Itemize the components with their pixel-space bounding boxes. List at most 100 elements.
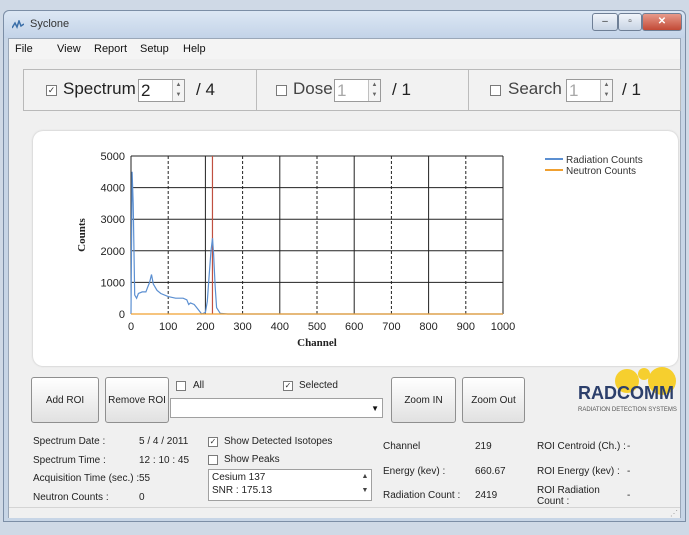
search-number-spinner[interactable]: 1 ▲ ▼ [566, 79, 613, 102]
y-tick-label: 4000 [101, 183, 125, 195]
roi-dropdown[interactable]: ▼ [170, 398, 383, 418]
x-tick-label: 300 [233, 321, 251, 333]
list-item[interactable]: Cesium 137 [212, 472, 265, 483]
energy-value: 660.67 [475, 466, 506, 477]
show-peaks-label: Show Peaks [224, 454, 280, 465]
x-tick-label: 600 [345, 321, 363, 333]
neutron-counts-label: Neutron Counts : [33, 492, 109, 503]
acquisition-time-label: Acquisition Time (sec.) : [33, 473, 140, 484]
menu-view[interactable]: View [57, 43, 81, 55]
search-checkbox[interactable] [490, 85, 501, 96]
logo-main-text: RADCOMM [578, 383, 674, 403]
selected-checkbox[interactable]: ✓ [283, 381, 293, 391]
energy-label: Energy (kev) : [383, 466, 446, 477]
channel-label: Channel [383, 441, 421, 452]
maximize-button[interactable]: ▫ [618, 13, 642, 31]
spectrum-total: / 4 [196, 80, 215, 99]
search-number-value: 1 [569, 81, 579, 100]
remove-roi-button[interactable]: Remove ROI [105, 377, 169, 423]
menu-bar: File View Report Setup Help [9, 39, 680, 59]
y-tick-label: 5000 [101, 151, 125, 163]
spectrum-number-value: 2 [141, 81, 151, 100]
spectrum-chart-panel: 0 1000 2000 3000 4000 5000 0 100 200 300 400 500 600… [33, 131, 678, 366]
resize-grip-icon[interactable]: ⋰ [670, 509, 678, 518]
radiation-count-value: 2419 [475, 490, 498, 501]
menu-setup[interactable]: Setup [140, 43, 169, 55]
roi-centroid-label: ROI Centroid (Ch.) : [537, 441, 626, 452]
x-axis-label: Channel [297, 337, 337, 349]
channel-value: 219 [475, 441, 492, 452]
client-area: File View Report Setup Help ✓ Spectrum 2… [8, 38, 681, 518]
list-item[interactable]: SNR : 175.13 [212, 485, 272, 496]
search-total: / 1 [622, 80, 641, 99]
roi-radiation-count-label: ROI Radiation Count : [537, 485, 600, 507]
logo-sub-text: RADIATION DETECTION SYSTEMS [578, 407, 677, 413]
menu-help[interactable]: Help [183, 43, 206, 55]
roi-energy-label: ROI Energy (kev) : [537, 466, 620, 477]
acquisition-time-value: 55 [139, 473, 151, 484]
mode-bar: ✓ Spectrum 2 ▲ ▼ / 4 Dose 1 ▲ ▼ / 1 Search… [23, 69, 681, 111]
neutron-counts-value: 0 [139, 492, 145, 503]
y-tick-label: 0 [119, 309, 125, 321]
x-tick-label: 700 [382, 321, 400, 333]
spinner-arrows-icon[interactable]: ▲ ▼ [600, 80, 612, 101]
show-detected-isotopes-label: Show Detected Isotopes [224, 436, 333, 447]
window-title: Syclone [30, 18, 70, 30]
dose-checkbox[interactable] [276, 85, 287, 96]
spectrum-time-value: 12 : 10 : 45 [139, 455, 190, 466]
all-label: All [193, 380, 205, 391]
minimize-button[interactable]: – [592, 13, 618, 31]
isotope-list[interactable]: Cesium 137 SNR : 175.13 ▲ ▼ [208, 469, 372, 501]
dose-number-value: 1 [337, 81, 347, 100]
x-tick-label: 500 [308, 321, 326, 333]
spectrum-date-label: Spectrum Date : [33, 436, 106, 447]
roi-centroid-value: - [627, 441, 631, 452]
show-detected-isotopes-checkbox[interactable]: ✓ [208, 437, 218, 447]
radcomm-logo: RADCOMM RADIATION DETECTION SYSTEMS [578, 367, 677, 413]
list-scrollbar[interactable]: ▲ ▼ [359, 470, 371, 500]
x-tick-label: 400 [271, 321, 289, 333]
spectrum-checkbox[interactable]: ✓ [46, 85, 57, 96]
spectrum-number-spinner[interactable]: 2 ▲ ▼ [138, 79, 185, 102]
spectrum-label: Spectrum [63, 79, 136, 98]
dose-number-spinner[interactable]: 1 ▲ ▼ [334, 79, 381, 102]
search-label: Search [508, 79, 562, 98]
x-tick-label: 1000 [491, 321, 515, 333]
legend-entry: Radiation Counts [566, 155, 643, 166]
spinner-arrows-icon[interactable]: ▲ ▼ [368, 80, 380, 101]
close-button[interactable]: ✕ [642, 13, 682, 31]
x-tick-label: 0 [128, 321, 134, 333]
legend-entry: Neutron Counts [566, 166, 636, 177]
zoom-out-button[interactable]: Zoom Out [462, 377, 525, 423]
menu-file[interactable]: File [15, 43, 33, 55]
app-window: Syclone – ▫ ✕ File View Report Setup Hel… [3, 10, 686, 522]
mode-divider [256, 70, 257, 110]
x-tick-label: 200 [196, 321, 214, 333]
x-tick-label: 900 [457, 321, 475, 333]
add-roi-button[interactable]: Add ROI [31, 377, 99, 423]
show-peaks-checkbox[interactable] [208, 455, 218, 465]
dose-total: / 1 [392, 80, 411, 99]
title-bar[interactable]: Syclone – ▫ ✕ [4, 11, 685, 38]
roi-radiation-count-value: - [627, 490, 631, 501]
selected-label: Selected [299, 380, 338, 391]
y-axis-label: Counts [76, 217, 88, 251]
spinner-arrows-icon[interactable]: ▲ ▼ [172, 80, 184, 101]
app-icon [12, 20, 24, 29]
dropdown-arrow-icon: ▼ [371, 404, 379, 413]
y-tick-label: 1000 [101, 277, 125, 289]
y-tick-label: 2000 [101, 246, 125, 258]
zoom-in-button[interactable]: Zoom IN [391, 377, 456, 423]
roi-energy-value: - [627, 466, 631, 477]
radiation-count-label: Radiation Count : [383, 490, 461, 501]
spectrum-chart[interactable]: 0 1000 2000 3000 4000 5000 0 100 200 300 400 500 600… [33, 131, 678, 366]
mode-divider [468, 70, 469, 110]
status-bar: ⋰ [9, 507, 680, 518]
spectrum-time-label: Spectrum Time : [33, 455, 106, 466]
x-tick-label: 100 [159, 321, 177, 333]
x-tick-label: 800 [419, 321, 437, 333]
menu-report[interactable]: Report [94, 43, 127, 55]
dose-label: Dose [293, 79, 333, 98]
all-checkbox[interactable] [176, 381, 186, 391]
spectrum-date-value: 5 / 4 / 2011 [139, 436, 189, 447]
